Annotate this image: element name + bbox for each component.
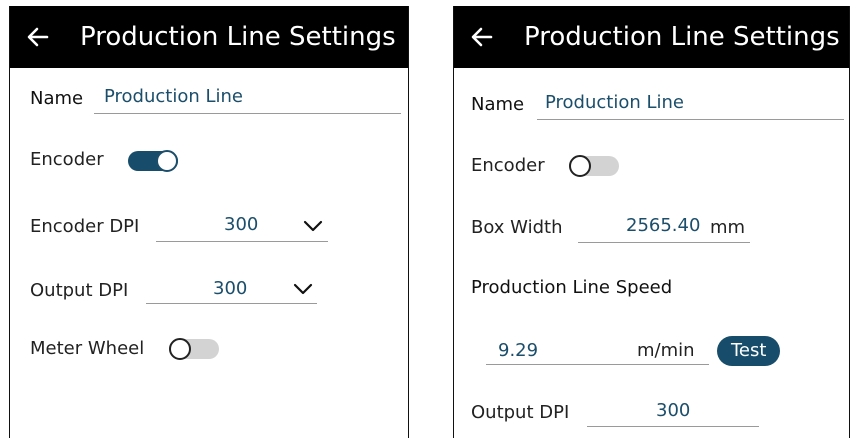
output-dpi-underline: [587, 426, 759, 427]
encoder-label: Encoder: [471, 155, 545, 176]
box-width-unit: mm: [710, 217, 746, 238]
arrow-left-icon[interactable]: [27, 26, 49, 48]
line-speed-underline: [486, 364, 709, 365]
encoder-toggle[interactable]: [569, 155, 619, 177]
encoder-dpi-select[interactable]: 300: [224, 213, 258, 237]
encoder-label: Encoder: [30, 149, 104, 170]
box-width-label: Box Width: [471, 217, 563, 238]
settings-panel-left: Production Line Settings Name Production…: [9, 6, 409, 438]
toggle-knob: [569, 155, 591, 177]
output-dpi-input[interactable]: 300: [656, 399, 690, 423]
test-button[interactable]: Test: [717, 336, 781, 366]
output-dpi-select[interactable]: 300: [213, 277, 247, 301]
encoder-dpi-underline: [156, 241, 328, 242]
encoder-toggle[interactable]: [128, 150, 178, 172]
toggle-knob: [169, 338, 191, 360]
page-title: Production Line Settings: [524, 22, 840, 52]
meter-wheel-toggle[interactable]: [169, 338, 219, 360]
name-field[interactable]: Production Line: [104, 85, 243, 109]
chevron-down-icon[interactable]: [303, 220, 323, 232]
line-speed-unit: m/min: [637, 340, 695, 361]
output-dpi-underline: [146, 303, 317, 304]
name-label: Name: [471, 94, 525, 115]
toggle-knob: [156, 150, 178, 172]
line-speed-heading: Production Line Speed: [471, 277, 673, 298]
chevron-down-icon[interactable]: [293, 283, 313, 295]
line-speed-input[interactable]: 9.29: [498, 339, 538, 363]
name-field-underline: [94, 113, 401, 114]
settings-panel-right: Production Line Settings Name Production…: [453, 6, 850, 438]
meter-wheel-label: Meter Wheel: [30, 338, 145, 359]
name-field-underline: [537, 119, 844, 120]
name-label: Name: [30, 88, 84, 109]
name-field[interactable]: Production Line: [545, 91, 684, 115]
output-dpi-label: Output DPI: [471, 402, 570, 423]
app-header: Production Line Settings: [454, 6, 849, 68]
page-title: Production Line Settings: [80, 22, 396, 52]
arrow-left-icon[interactable]: [471, 26, 493, 48]
box-width-input[interactable]: 2565.40: [626, 214, 700, 238]
app-header: Production Line Settings: [10, 6, 408, 68]
box-width-underline: [578, 242, 750, 243]
output-dpi-label: Output DPI: [30, 280, 129, 301]
encoder-dpi-label: Encoder DPI: [30, 216, 140, 237]
